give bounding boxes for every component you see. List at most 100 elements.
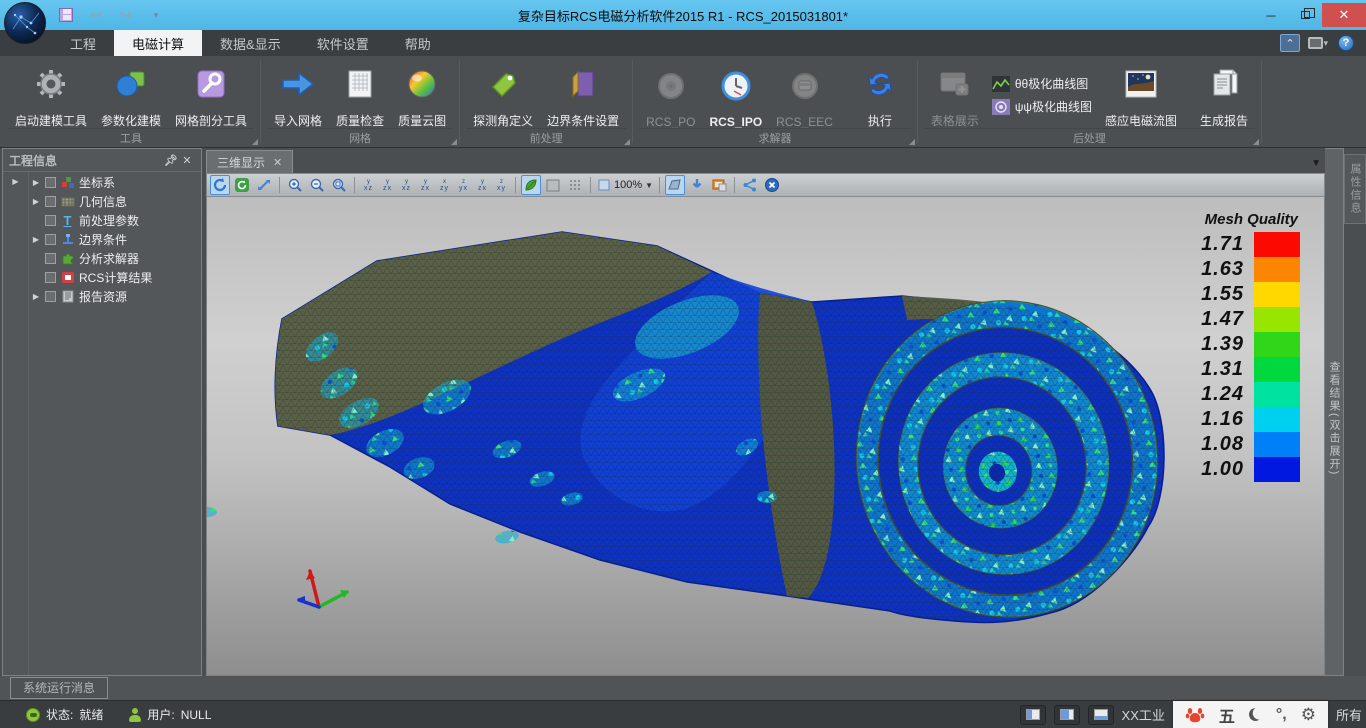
parametric-modeling-button[interactable]: 参数化建模 [94, 59, 168, 131]
collapse-ribbon-button[interactable]: ⌃ [1280, 34, 1300, 52]
group-expander-icon[interactable] [1253, 139, 1259, 145]
tree-item-preprocess-params[interactable]: T 前处理参数 [29, 211, 201, 230]
boundary-settings-button[interactable]: 边界条件设置 [540, 59, 626, 131]
tab-help[interactable]: 帮助 [387, 30, 449, 56]
group-expander-icon[interactable] [451, 139, 457, 145]
tree-item-report-resources[interactable]: ▶ 报告资源 [29, 287, 201, 306]
ime-settings-gear-icon[interactable] [1301, 705, 1316, 725]
ime-toolbar[interactable]: 五 °, [1173, 701, 1328, 728]
legend-swatch [1254, 257, 1300, 282]
layout-left-button[interactable] [1020, 705, 1046, 725]
table-display-button[interactable]: 表格展示 [924, 59, 986, 131]
download-view-button[interactable] [687, 175, 707, 195]
rotate-tool-button[interactable] [210, 175, 230, 195]
minimize-button[interactable]: ─ [1254, 3, 1288, 27]
solver-rcs-eec-button[interactable]: RCS_EEC [769, 59, 840, 131]
view-bottom-button[interactable]: zyx [455, 175, 472, 195]
tree-item-geometry-info[interactable]: ▶ 几何信息 [29, 192, 201, 211]
quality-check-button[interactable]: 质量检查 [329, 59, 391, 131]
tab-data-display[interactable]: 数据&显示 [202, 30, 299, 56]
right-dock-bar: 属性信息 [1344, 148, 1366, 676]
checkbox[interactable] [45, 196, 56, 207]
expander-icon[interactable]: ▶ [31, 235, 41, 244]
viewport-3d[interactable]: Mesh Quality 1.71 1.63 1.55 1.47 1.39 1.… [206, 197, 1325, 676]
ime-input-mode[interactable]: 五 [1219, 703, 1235, 727]
expander-icon[interactable]: ▶ [31, 178, 41, 187]
generate-report-button[interactable]: 生成报告 [1193, 59, 1255, 131]
shaded-mode-button[interactable] [521, 175, 541, 195]
checkbox[interactable] [45, 272, 56, 283]
button-label: θθ极化曲线图 [1015, 75, 1088, 92]
meshing-tool-button[interactable]: 网格剖分工具 [168, 59, 254, 131]
tree-item-coordinate-system[interactable]: ▶ 坐标系 [29, 173, 201, 192]
tab-3d-display[interactable]: 三维显示 ✕ [206, 150, 293, 173]
import-mesh-button[interactable]: 导入网格 [267, 59, 329, 131]
restore-button[interactable] [1288, 3, 1322, 27]
view-iso2-button[interactable]: zxy [493, 175, 510, 195]
tab-software-settings[interactable]: 软件设置 [299, 30, 387, 56]
help-button[interactable]: ? [1336, 34, 1356, 52]
export-image-button[interactable] [709, 175, 729, 195]
checkbox[interactable] [45, 234, 56, 245]
system-messages-tab[interactable]: 系统运行消息 [10, 677, 108, 699]
orbit-tool-button[interactable] [232, 175, 252, 195]
zoom-fit-button[interactable] [329, 175, 349, 195]
group-expander-icon[interactable] [624, 139, 630, 145]
close-view-button[interactable] [762, 175, 782, 195]
checkbox[interactable] [45, 177, 56, 188]
group-expander-icon[interactable] [252, 139, 258, 145]
select-faces-button[interactable] [665, 175, 685, 195]
wireframe-mode-button[interactable] [543, 175, 563, 195]
tree-item-boundary-conditions[interactable]: ▶ 边界条件 [29, 230, 201, 249]
checkbox[interactable] [45, 215, 56, 226]
psi-polar-curve-button[interactable]: ψψ极化曲线图 [992, 98, 1092, 115]
view-back-button[interactable]: yzx [379, 175, 396, 195]
view-left-button[interactable]: yxz [398, 175, 415, 195]
pan-tool-button[interactable] [254, 175, 274, 195]
ime-fullhalf-moon-icon[interactable] [1249, 708, 1262, 721]
ime-punctuation-icon[interactable]: °, [1276, 706, 1287, 724]
tree-item-rcs-results[interactable]: RCS计算结果 [29, 268, 201, 287]
property-info-tab[interactable]: 属性信息 [1344, 154, 1366, 224]
view-iso1-button[interactable]: yzx [474, 175, 491, 195]
report-document-icon [1208, 61, 1240, 107]
points-mode-button[interactable] [565, 175, 585, 195]
quality-contour-button[interactable]: 质量云图 [391, 59, 453, 131]
zoom-level-control[interactable]: 100% ▼ [596, 175, 654, 195]
view-right-button[interactable]: yzx [417, 175, 434, 195]
expander-icon[interactable]: ▶ [31, 292, 41, 301]
induced-current-map-button[interactable]: 感应电磁流图 [1098, 59, 1184, 131]
tab-list-dropdown-icon[interactable]: ▼ [1311, 158, 1321, 169]
layout-bottom-button[interactable] [1088, 705, 1114, 725]
gutter-arrow-icon[interactable]: ▶ [3, 172, 28, 191]
solver-rcs-ipo-button[interactable]: RCS_IPO [702, 59, 769, 131]
execute-button[interactable]: 执行 [849, 59, 911, 131]
panel-close-button[interactable]: ✕ [179, 152, 195, 168]
display-style-button[interactable]: ▾ [1308, 34, 1328, 52]
tab-project[interactable]: 工程 [52, 30, 114, 56]
view-top-button[interactable]: xzy [436, 175, 453, 195]
tab-close-icon[interactable]: ✕ [273, 156, 282, 169]
tree-item-analysis-solver[interactable]: 分析求解器 [29, 249, 201, 268]
theta-polar-curve-button[interactable]: θθ极化曲线图 [992, 75, 1092, 92]
rotate-icon [212, 177, 228, 193]
launch-modeling-tool-button[interactable]: 启动建模工具 [8, 59, 94, 131]
group-expander-icon[interactable] [909, 139, 915, 145]
detection-angle-button[interactable]: 探测角定义 [466, 59, 540, 131]
share-view-button[interactable] [740, 175, 760, 195]
button-label: 网格剖分工具 [175, 112, 247, 129]
view-front-button[interactable]: yxz [360, 175, 377, 195]
checkbox[interactable] [45, 291, 56, 302]
tab-em-computation[interactable]: 电磁计算 [114, 30, 202, 56]
layout-split-button[interactable] [1054, 705, 1080, 725]
checkbox[interactable] [45, 253, 56, 264]
zoom-in-button[interactable] [285, 175, 305, 195]
solver-rcs-po-button[interactable]: RCS_PO [639, 59, 702, 131]
zoom-out-button[interactable] [307, 175, 327, 195]
ime-logo-paw-icon[interactable] [1185, 706, 1205, 724]
app-logo[interactable] [4, 2, 46, 44]
pin-button[interactable]: 📌︎ [163, 152, 179, 168]
result-collapsed-panel[interactable]: 查看结果(双击展开) [1325, 148, 1344, 676]
expander-icon[interactable]: ▶ [31, 197, 41, 206]
close-button[interactable]: ✕ [1322, 3, 1366, 27]
